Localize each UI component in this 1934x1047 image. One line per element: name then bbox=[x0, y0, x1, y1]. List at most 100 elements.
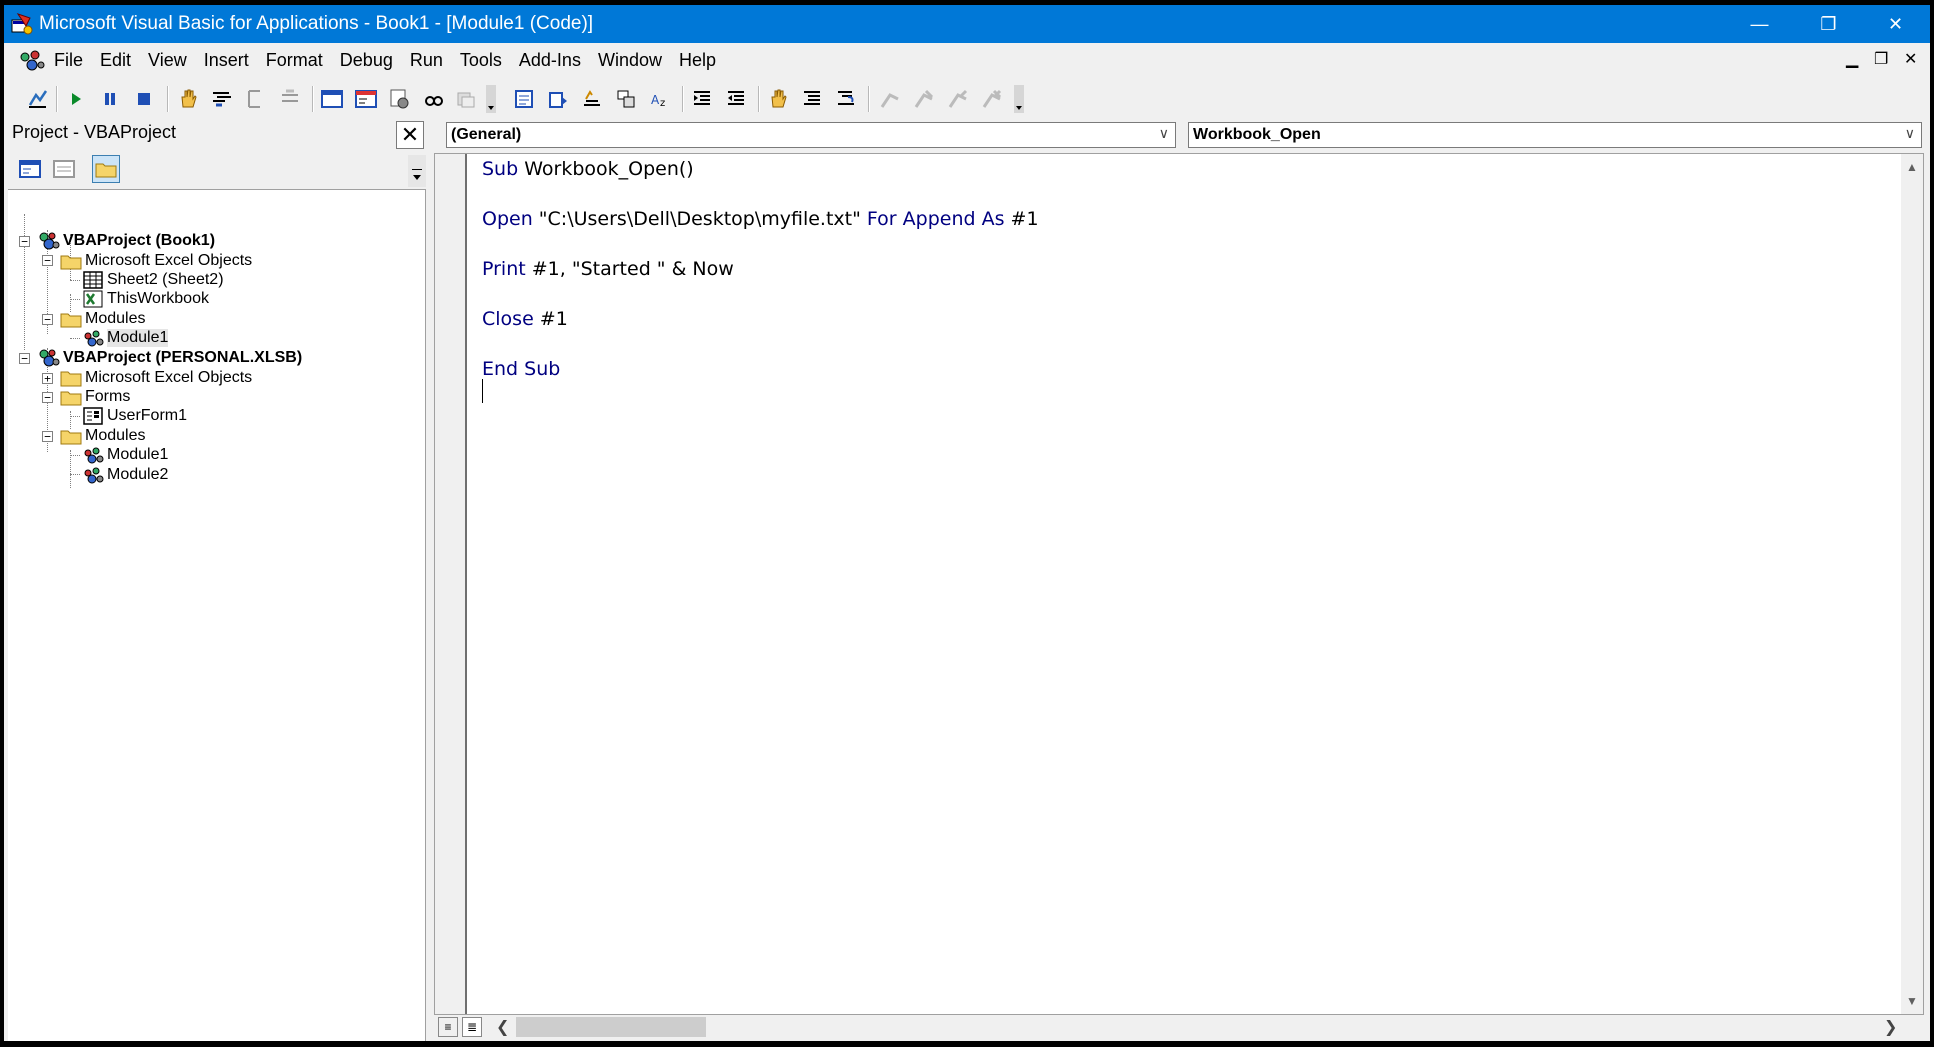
view-object-icon[interactable] bbox=[50, 155, 78, 183]
close-button[interactable]: ✕ bbox=[1861, 5, 1930, 43]
comment-block-icon[interactable] bbox=[800, 87, 824, 111]
vba-system-menu-icon[interactable] bbox=[18, 49, 46, 73]
project-explorer-title: Project - VBAProject bbox=[12, 122, 177, 142]
step-out-icon[interactable] bbox=[278, 87, 302, 111]
toggle-bookmark-icon[interactable] bbox=[878, 87, 902, 111]
outdent-icon[interactable] bbox=[724, 87, 748, 111]
tree-item-label: Forms bbox=[85, 388, 131, 405]
run-icon[interactable] bbox=[64, 87, 88, 111]
menu-debug[interactable]: Debug bbox=[340, 50, 393, 71]
code-editor[interactable]: Sub Workbook_Open() Open "C:\Users\Dell\… bbox=[434, 153, 1924, 1015]
collapse-toggle[interactable]: − bbox=[19, 353, 30, 364]
full-module-view-button[interactable]: ≣ bbox=[462, 1017, 482, 1037]
keyword: Close bbox=[482, 308, 534, 330]
tree-item-label: VBAProject (Book1) bbox=[63, 232, 216, 249]
break-icon[interactable] bbox=[98, 87, 122, 111]
collapse-toggle[interactable]: − bbox=[42, 431, 53, 442]
scroll-right-icon[interactable]: ❯ bbox=[1884, 1017, 1897, 1037]
code-text: #1, "Started " & Now bbox=[525, 258, 734, 280]
menu-format[interactable]: Format bbox=[266, 50, 323, 71]
code-line-4[interactable]: Close #1 bbox=[482, 308, 568, 330]
code-line-5[interactable]: End Sub bbox=[482, 358, 560, 380]
horizontal-scroll-thumb[interactable] bbox=[516, 1017, 706, 1037]
tree-item-thisworkbook[interactable]: ThisWorkbook bbox=[82, 288, 209, 310]
indent-icon[interactable] bbox=[690, 87, 714, 111]
tree-item-label: Sheet2 (Sheet2) bbox=[107, 271, 224, 288]
collapse-toggle[interactable]: − bbox=[42, 392, 53, 403]
procedure-view-button[interactable]: ≡ bbox=[438, 1017, 458, 1037]
collapse-toggle[interactable]: − bbox=[42, 255, 53, 266]
menu-view[interactable]: View bbox=[148, 50, 187, 71]
tree-item-module1-personal[interactable]: Module1 bbox=[82, 444, 168, 466]
window-title: Microsoft Visual Basic for Applications … bbox=[39, 13, 594, 34]
tree-item-module2[interactable]: Module2 bbox=[82, 464, 168, 486]
code-line-2[interactable]: Open "C:\Users\Dell\Desktop\myfile.txt" … bbox=[482, 208, 1039, 230]
clear-bookmarks-icon[interactable] bbox=[980, 87, 1004, 111]
menu-help[interactable]: Help bbox=[679, 50, 716, 71]
quick-info-icon[interactable] bbox=[580, 87, 604, 111]
scroll-up-icon[interactable]: ▲ bbox=[1901, 156, 1923, 178]
project-explorer-icon[interactable] bbox=[354, 87, 378, 111]
project-toolbar-scroll[interactable] bbox=[408, 155, 426, 187]
menu-tools[interactable]: Tools bbox=[460, 50, 502, 71]
toggle-breakpoint-icon[interactable] bbox=[176, 87, 200, 111]
scroll-left-icon[interactable]: ❮ bbox=[496, 1017, 509, 1037]
mdi-restore-button[interactable]: ❐ bbox=[1874, 49, 1888, 69]
menu-insert[interactable]: Insert bbox=[204, 50, 249, 71]
parameter-info-icon[interactable] bbox=[614, 87, 638, 111]
reset-icon[interactable] bbox=[132, 87, 156, 111]
toggle-folders-icon[interactable] bbox=[92, 155, 120, 183]
userform-window-icon[interactable] bbox=[320, 87, 344, 111]
toolbar-separator bbox=[868, 86, 870, 112]
tree-item-vbaproject-book1[interactable]: VBAProject (Book1) bbox=[38, 230, 215, 252]
minimize-button[interactable]: — bbox=[1725, 5, 1794, 43]
tree-item-label: Module1 bbox=[107, 329, 169, 347]
code-line-3[interactable]: Print #1, "Started " & Now bbox=[482, 258, 734, 280]
object-dropdown[interactable]: (General) ∨ bbox=[446, 122, 1176, 148]
expand-toggle[interactable]: + bbox=[42, 373, 53, 384]
keyword: For Append As bbox=[866, 208, 1005, 230]
procedure-dropdown[interactable]: Workbook_Open ∨ bbox=[1188, 122, 1922, 148]
project-explorer: Project - VBAProject ✕ − − − − + − − VBA… bbox=[8, 119, 426, 1041]
code-line-1[interactable]: Sub Workbook_Open() bbox=[482, 158, 694, 180]
list-properties-icon[interactable] bbox=[512, 87, 536, 111]
properties-window-icon[interactable] bbox=[388, 87, 412, 111]
project-explorer-header: Project - VBAProject bbox=[8, 119, 426, 149]
pane-splitter[interactable] bbox=[426, 119, 434, 1041]
next-bookmark-icon[interactable] bbox=[912, 87, 936, 111]
code-text: Workbook_Open() bbox=[518, 158, 694, 180]
tree-item-module1[interactable]: Module1 bbox=[82, 327, 169, 349]
toggle-breakpoint-hand-icon[interactable] bbox=[766, 87, 790, 111]
complete-word-icon[interactable]: Az bbox=[648, 87, 672, 111]
mdi-close-button[interactable]: ✕ bbox=[1904, 49, 1917, 69]
menu-add-ins[interactable]: Add-Ins bbox=[519, 50, 581, 71]
margin-indicator-bar[interactable] bbox=[435, 154, 467, 1014]
collapse-toggle[interactable]: − bbox=[42, 314, 53, 325]
view-excel-icon[interactable] bbox=[26, 87, 50, 111]
object-browser-icon[interactable] bbox=[422, 87, 446, 111]
restore-button[interactable]: ❐ bbox=[1794, 5, 1863, 43]
toolbar-overflow-button[interactable] bbox=[486, 85, 496, 113]
uncomment-block-icon[interactable] bbox=[834, 87, 858, 111]
toolbar-overflow-button[interactable] bbox=[1014, 85, 1024, 113]
tree-item-userform1[interactable]: UserForm1 bbox=[82, 405, 187, 427]
project-explorer-close-button[interactable]: ✕ bbox=[396, 121, 424, 149]
step-over-icon[interactable] bbox=[244, 87, 268, 111]
vertical-scrollbar[interactable]: ▲ ▼ bbox=[1901, 154, 1923, 1014]
tree-item-vbaproject-personal[interactable]: VBAProject (PERSONAL.XLSB) bbox=[38, 347, 302, 369]
previous-bookmark-icon[interactable] bbox=[946, 87, 970, 111]
toolbar-separator bbox=[758, 86, 760, 112]
toolbar-separator bbox=[167, 86, 169, 112]
menu-file[interactable]: File bbox=[54, 50, 83, 71]
step-into-icon[interactable] bbox=[210, 87, 234, 111]
toolbox-icon[interactable] bbox=[454, 87, 478, 111]
mdi-minimize-button[interactable]: ▁ bbox=[1846, 49, 1858, 69]
view-code-icon[interactable] bbox=[16, 155, 44, 183]
scroll-down-icon[interactable]: ▼ bbox=[1901, 990, 1923, 1012]
list-constants-icon[interactable] bbox=[546, 87, 570, 111]
collapse-toggle[interactable]: − bbox=[19, 236, 30, 247]
vba-app-icon[interactable] bbox=[10, 12, 34, 36]
menu-edit[interactable]: Edit bbox=[100, 50, 131, 71]
menu-run[interactable]: Run bbox=[410, 50, 443, 71]
menu-window[interactable]: Window bbox=[598, 50, 662, 71]
